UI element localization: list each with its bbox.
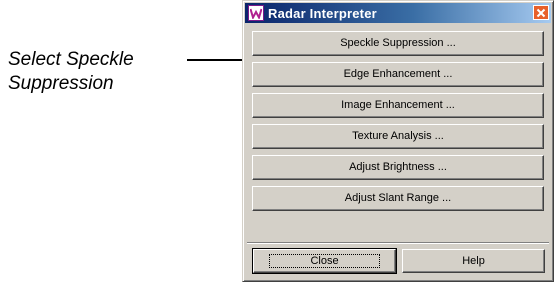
annotation-line-1: Select Speckle [8, 49, 134, 70]
edge-enhancement-button[interactable]: Edge Enhancement ... [252, 62, 544, 87]
radar-interpreter-window: Radar Interpreter Speckle Suppression ..… [242, 0, 554, 282]
adjust-brightness-button[interactable]: Adjust Brightness ... [252, 155, 544, 180]
annotation-callout: Select Speckle Suppression [8, 48, 134, 96]
texture-analysis-button[interactable]: Texture Analysis ... [252, 124, 544, 149]
window-close-button[interactable] [533, 5, 549, 20]
close-button[interactable]: Close [252, 248, 397, 274]
window-title: Radar Interpreter [268, 5, 377, 21]
image-enhancement-button[interactable]: Image Enhancement ... [252, 93, 544, 118]
function-button-list: Speckle Suppression ... Edge Enhancement… [252, 31, 544, 217]
close-button-label: Close [269, 254, 380, 268]
dialog-footer: Close Help [252, 248, 545, 274]
separator [247, 242, 549, 244]
speckle-suppression-button[interactable]: Speckle Suppression ... [252, 31, 544, 56]
close-icon [536, 8, 546, 17]
title-bar[interactable]: Radar Interpreter [245, 3, 551, 23]
help-button[interactable]: Help [402, 249, 545, 273]
annotation-line-2: Suppression [8, 73, 114, 94]
adjust-slant-range-button[interactable]: Adjust Slant Range ... [252, 186, 544, 211]
w-logo-icon [248, 5, 264, 21]
